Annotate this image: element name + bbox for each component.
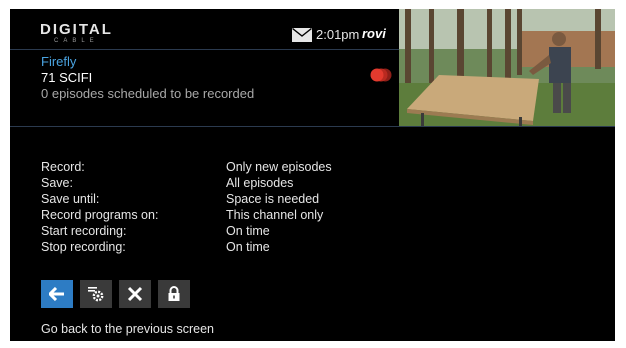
- live-video-preview: [399, 9, 615, 127]
- setting-value[interactable]: Only new episodes: [226, 160, 332, 174]
- setting-value[interactable]: All episodes: [226, 176, 293, 190]
- setting-value[interactable]: Space is needed: [226, 192, 319, 206]
- content-divider: [10, 126, 615, 127]
- program-title: Firefly: [41, 54, 77, 69]
- gear-icon: [88, 287, 104, 302]
- setting-label: Record programs on:: [41, 208, 159, 222]
- provider-logo-text: rovi: [362, 26, 386, 41]
- setting-value[interactable]: On time: [226, 240, 270, 254]
- setting-label: Start recording:: [41, 224, 127, 238]
- setting-label: Stop recording:: [41, 240, 126, 254]
- lock-icon: [168, 286, 180, 301]
- close-icon: [127, 286, 143, 302]
- mail-icon: [292, 28, 312, 42]
- help-text: Go back to the previous screen: [41, 322, 215, 336]
- brand-logo: DIGITAL CABLE: [40, 21, 130, 49]
- brand-subtitle: CABLE: [54, 38, 99, 44]
- clock: 2:01pm: [316, 27, 360, 42]
- series-recording-options-screen: DIGITAL CABLE 2:01pm rovi Firefly 71 SCI…: [10, 9, 615, 341]
- series-record-icon: [370, 68, 392, 82]
- brand-name: DIGITAL: [40, 21, 113, 38]
- setting-label: Save until:: [41, 192, 100, 206]
- setting-label: Record:: [41, 160, 85, 174]
- setting-label: Save:: [41, 176, 73, 190]
- video-frame-image: [399, 9, 615, 127]
- settings-button[interactable]: [80, 280, 112, 308]
- setting-value[interactable]: On time: [226, 224, 270, 238]
- header-divider: [10, 49, 400, 50]
- back-arrow-icon: [49, 287, 64, 301]
- scheduled-count: 0 episodes scheduled to be recorded: [41, 86, 255, 101]
- provider-logo: rovi: [362, 26, 386, 41]
- setting-value[interactable]: This channel only: [226, 208, 323, 222]
- lock-button[interactable]: [158, 280, 190, 308]
- cancel-recording-button[interactable]: [119, 280, 151, 308]
- back-button[interactable]: [41, 280, 73, 308]
- channel-label: 71 SCIFI: [41, 70, 93, 85]
